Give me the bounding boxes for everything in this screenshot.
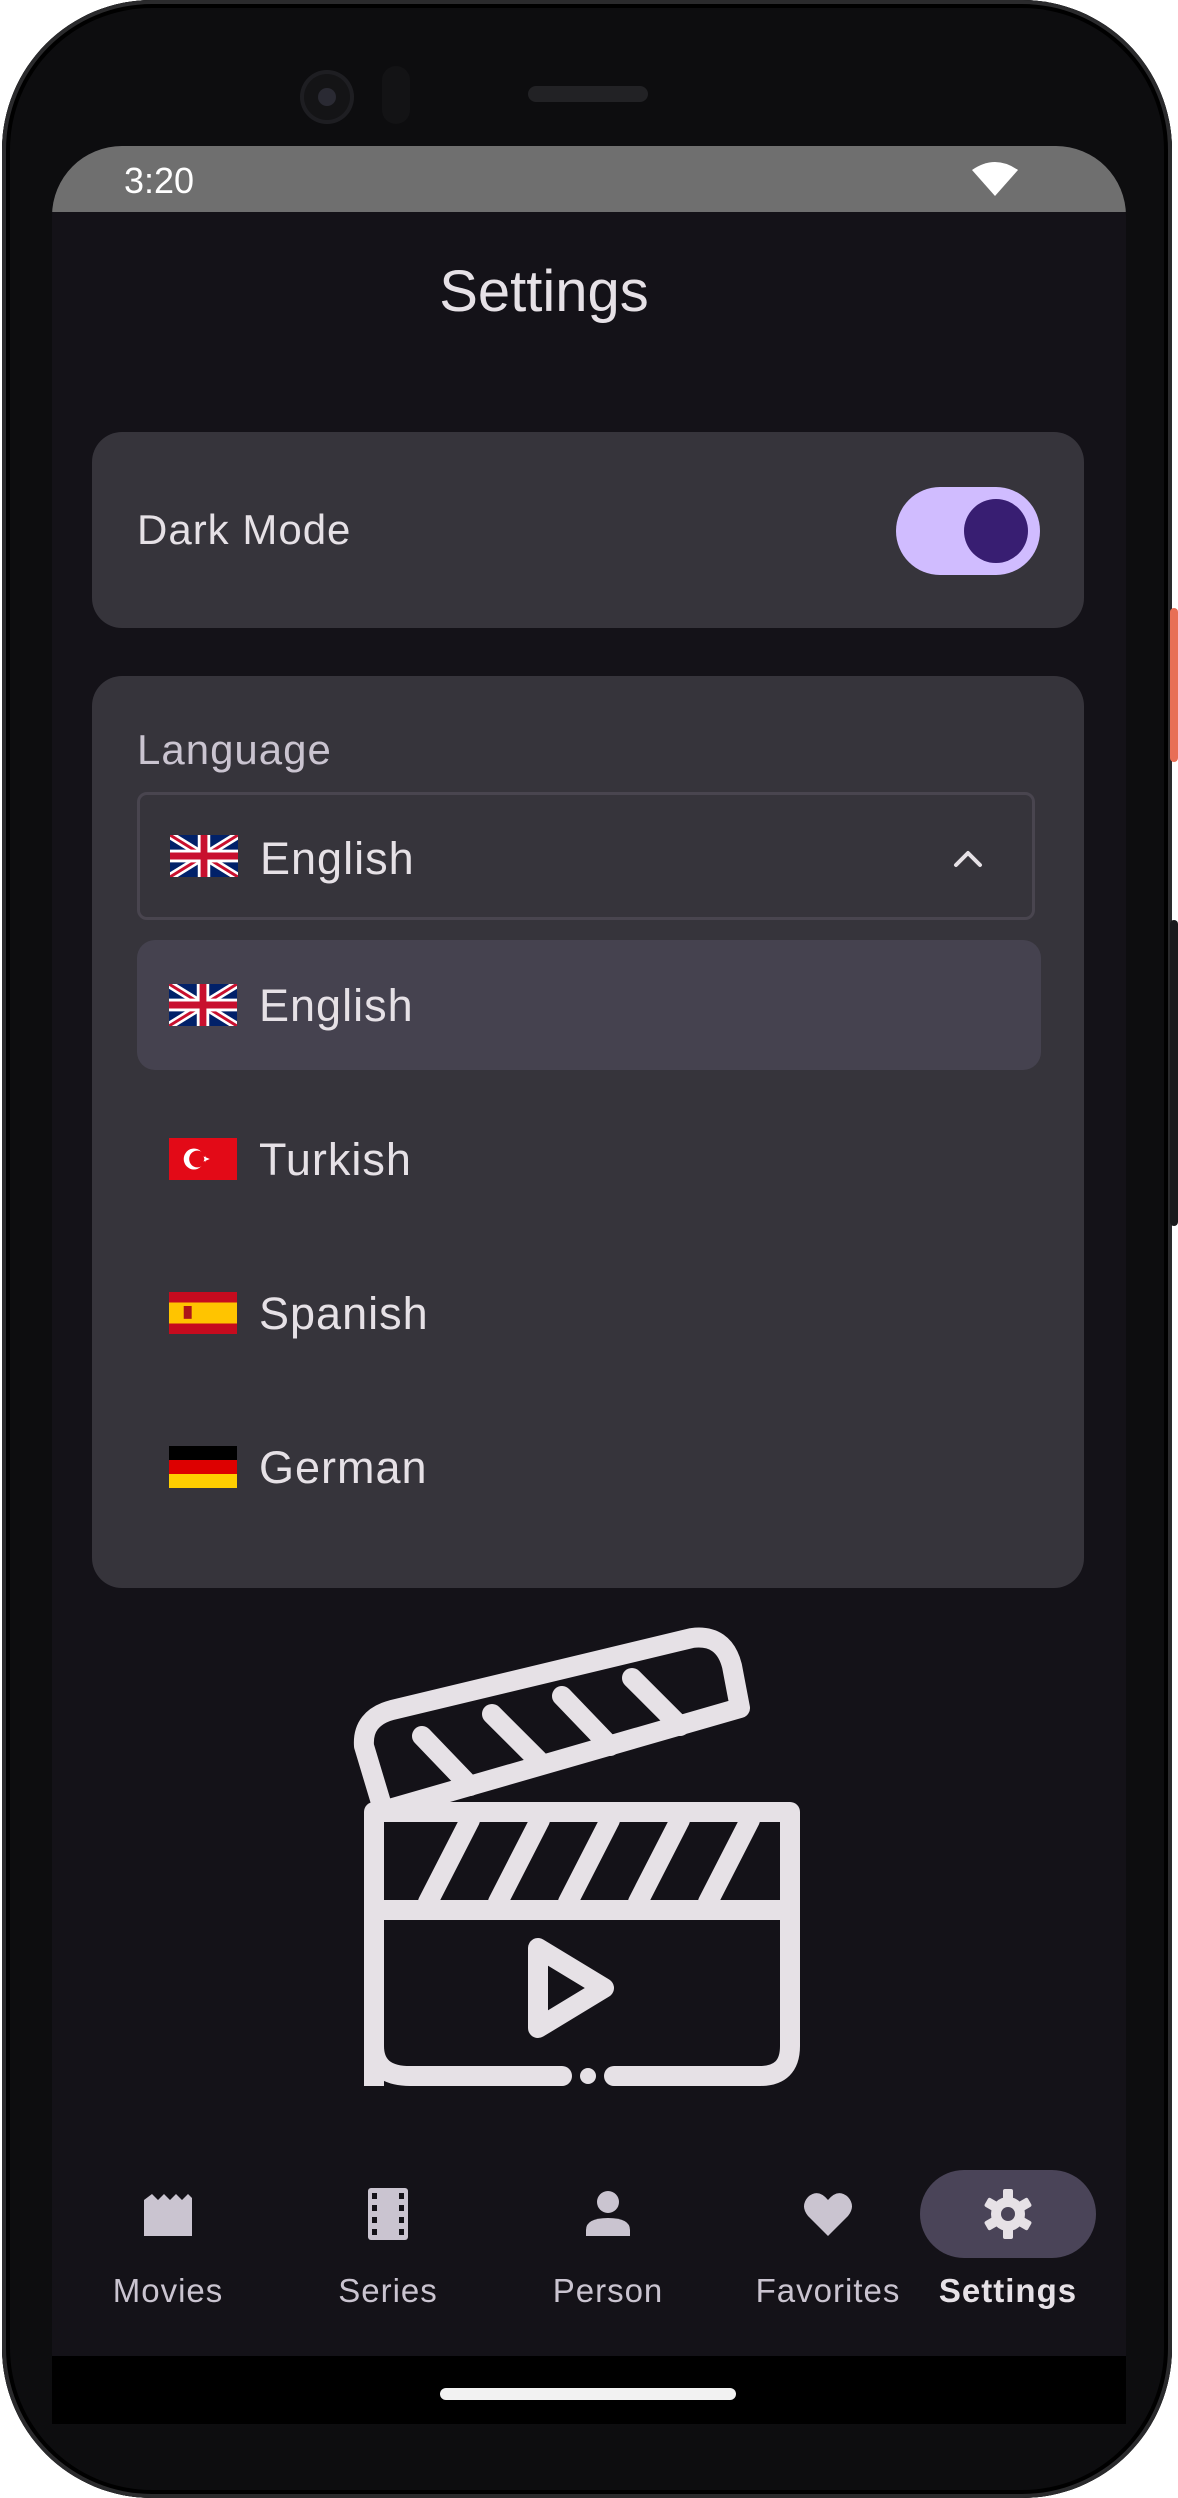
dropdown-selected-value: English — [260, 833, 415, 884]
uk-flag-icon — [169, 984, 237, 1026]
nav-label: Person — [552, 2272, 664, 2309]
nav-settings[interactable]: Settings — [908, 2146, 1108, 2326]
phone-frame: 3:20 Settings Dark Mode Language English… — [2, 0, 1178, 2498]
option-label: Turkish — [259, 1134, 412, 1185]
film-strip-icon — [368, 2188, 408, 2240]
turkey-flag-icon — [169, 1138, 237, 1180]
option-label: German — [259, 1442, 428, 1493]
nav-person[interactable]: Person — [508, 2146, 708, 2326]
nav-movies[interactable]: Movies — [68, 2146, 268, 2326]
dark-mode-toggle[interactable] — [896, 487, 1040, 575]
home-indicator[interactable] — [440, 2388, 736, 2400]
nav-label: Settings — [938, 2272, 1078, 2309]
heart-icon — [804, 2193, 852, 2236]
toggle-thumb — [964, 499, 1028, 563]
dark-mode-label: Dark Mode — [137, 506, 352, 553]
front-camera — [300, 70, 354, 124]
wifi-icon — [972, 162, 1018, 196]
nav-favorites[interactable]: Favorites — [728, 2146, 928, 2326]
movie-icon — [144, 2194, 192, 2236]
dark-mode-card: Dark Mode — [92, 432, 1084, 628]
nav-label: Favorites — [755, 2272, 901, 2309]
language-option-spanish[interactable]: Spanish — [137, 1248, 1041, 1378]
app-screen: 3:20 Settings Dark Mode Language English… — [52, 146, 1126, 2424]
language-option-german[interactable]: German — [137, 1402, 1041, 1532]
earpiece-speaker — [528, 86, 648, 102]
page-title: Settings — [439, 259, 649, 324]
language-label: Language — [137, 726, 332, 773]
spain-flag-icon — [169, 1292, 237, 1334]
status-bar: 3:20 — [52, 146, 1126, 212]
language-option-english[interactable]: English — [137, 940, 1041, 1070]
volume-button — [1170, 920, 1178, 1226]
option-label: English — [259, 980, 414, 1031]
option-label: Spanish — [259, 1288, 429, 1339]
nav-label: Movies — [112, 2272, 224, 2309]
uk-flag-icon — [170, 835, 238, 877]
bottom-navigation: Movies Series Person Favorites Settings — [52, 2146, 1126, 2346]
language-card: Language English English Turkish Spanish… — [92, 676, 1084, 1588]
gear-icon — [984, 2189, 1032, 2239]
power-button — [1170, 608, 1178, 762]
language-dropdown[interactable]: English — [137, 792, 1035, 920]
nav-label: Series — [338, 2272, 438, 2309]
person-icon — [586, 2191, 630, 2236]
chevron-up-icon[interactable] — [948, 839, 988, 879]
language-option-turkish[interactable]: Turkish — [137, 1094, 1041, 1224]
status-time: 3:20 — [124, 160, 195, 201]
nav-series[interactable]: Series — [288, 2146, 488, 2326]
proximity-sensor — [382, 66, 410, 124]
germany-flag-icon — [169, 1446, 237, 1488]
clapperboard-play-icon — [353, 1627, 800, 2086]
